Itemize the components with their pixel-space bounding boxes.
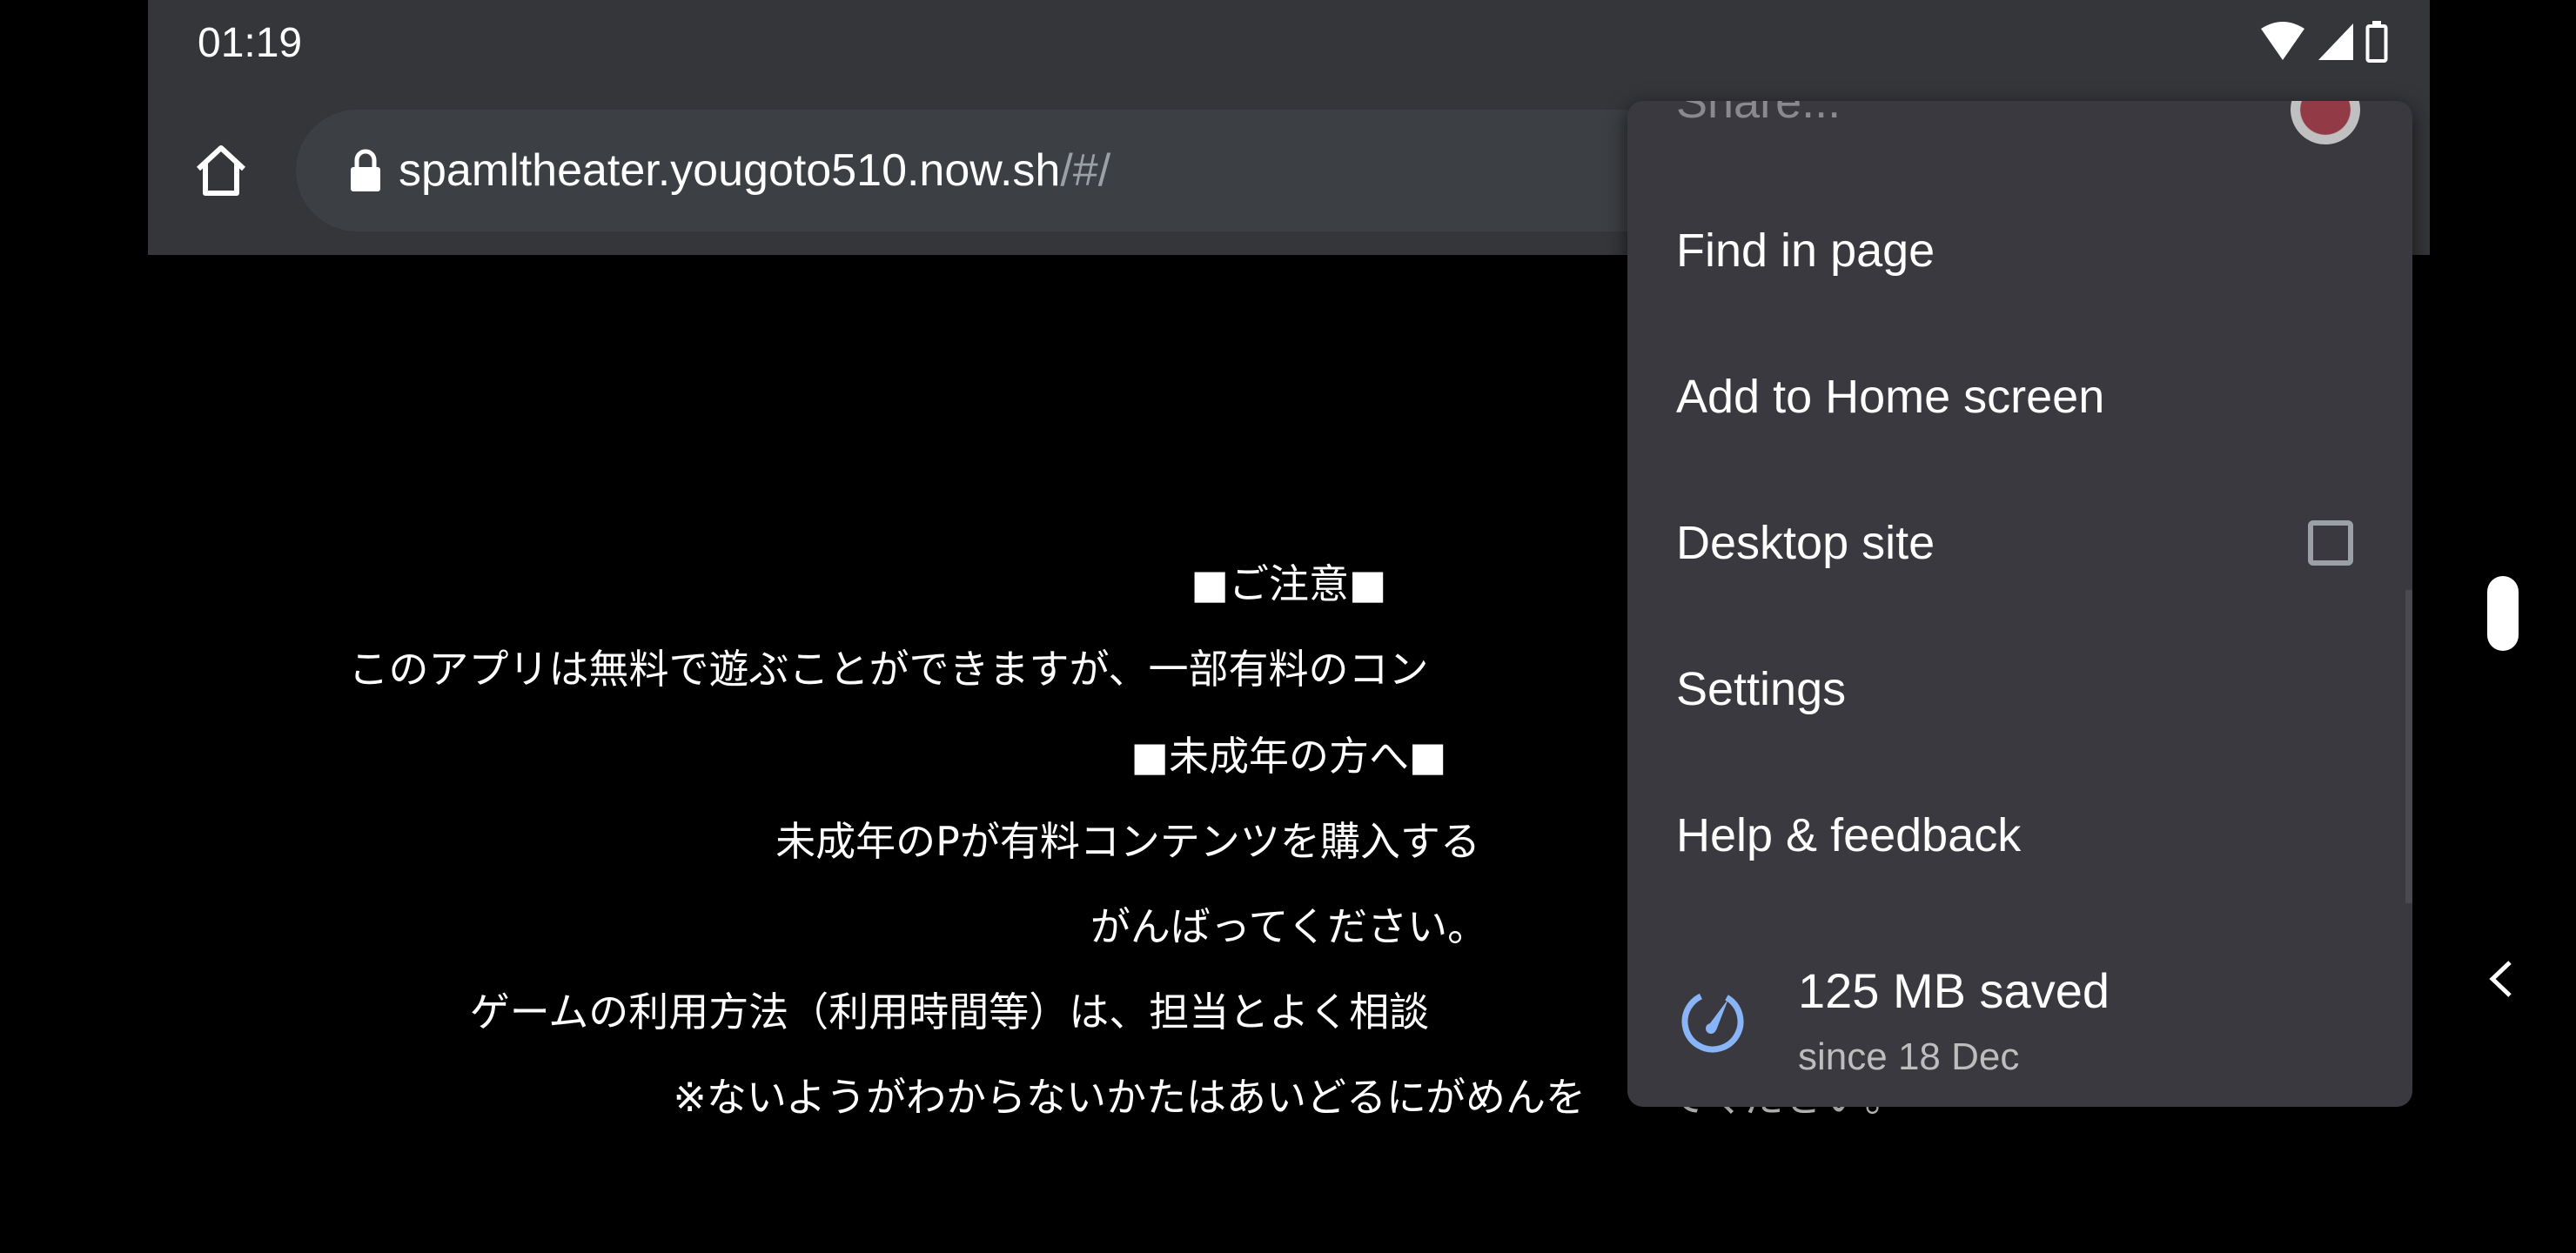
menu-item-label: Add to Home screen [1676, 371, 2105, 423]
menu-item-help-feedback[interactable]: Help & feedback [1627, 762, 2412, 908]
menu-item-add-to-home-screen[interactable]: Add to Home screen [1627, 324, 2412, 470]
menu-item-label: Share... [1676, 101, 1841, 128]
cell-signal-icon [2318, 23, 2353, 60]
home-pill[interactable] [2487, 576, 2519, 651]
menu-item-label: Help & feedback [1676, 809, 2022, 861]
url-path: /#/ [1060, 145, 1111, 196]
wifi-icon [2261, 22, 2304, 60]
overflow-menu: Share... Find in page Add to Home screen… [1627, 101, 2412, 1107]
menu-item-desktop-site[interactable]: Desktop site [1627, 470, 2412, 616]
data-saver-summary[interactable]: 125 MB saved since 18 Dec [1627, 936, 2412, 1107]
status-time: 01:19 [198, 20, 303, 66]
menu-item-label: Find in page [1676, 224, 1935, 277]
home-icon[interactable] [190, 139, 252, 202]
menu-item-settings[interactable]: Settings [1627, 616, 2412, 762]
menu-item-label: Settings [1676, 663, 1847, 715]
status-icons [2259, 21, 2388, 63]
data-saved-amount: 125 MB saved [1798, 963, 2110, 1018]
data-saved-since: since 18 Dec [1798, 1035, 2020, 1078]
speedometer-icon [1681, 990, 1744, 1053]
desktop-site-checkbox[interactable] [2308, 520, 2353, 566]
url-text[interactable]: spamltheater.yougoto510.now.sh/#/ [399, 144, 1110, 197]
system-nav-bar [2430, 0, 2576, 1253]
back-chevron-icon[interactable] [2484, 957, 2519, 1001]
battery-icon [2365, 21, 2388, 63]
menu-item-find-in-page[interactable]: Find in page [1627, 178, 2412, 324]
menu-item-label: Desktop site [1676, 517, 1935, 569]
url-host: spamltheater.yougoto510.now.sh [399, 145, 1061, 196]
lock-icon [351, 149, 380, 191]
share-app-icon[interactable] [2291, 101, 2360, 144]
menu-scrollbar[interactable] [2405, 590, 2412, 903]
